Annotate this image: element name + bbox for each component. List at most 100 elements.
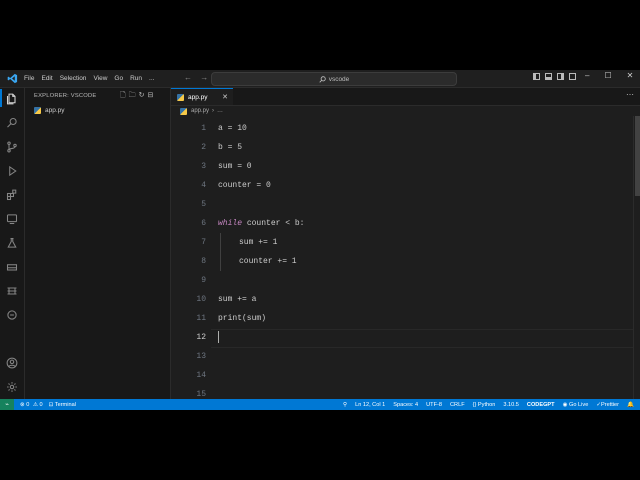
editor-scrollbar[interactable] [633,116,640,399]
testing-icon[interactable] [5,236,19,250]
window-controls: – ☐ ✕ [585,71,633,80]
forward-arrow-icon[interactable]: → [200,73,208,82]
end-of-line[interactable]: CRLF [450,402,465,408]
go-live-label: Go Live [569,401,589,408]
indent-guide [220,233,221,271]
cursor-position[interactable]: Ln 12, Col 1 [355,402,385,408]
close-window-icon[interactable]: ✕ [627,71,634,80]
code-line[interactable]: 3 sum = 0 [171,157,633,176]
customize-layout-icon[interactable] [569,73,576,80]
menu-edit[interactable]: Edit [41,75,52,82]
code-text: sum = 0 [218,162,252,171]
code-line[interactable]: 10 sum += a [171,290,633,309]
line-number: 7 [201,238,206,247]
breadcrumb-file[interactable]: app.py [191,108,209,114]
docker-icon[interactable] [5,260,19,274]
line-number: 11 [196,314,206,323]
code-line[interactable]: 13 [171,347,633,366]
code-line[interactable]: 4 counter = 0 [171,176,633,195]
explorer-icon[interactable] [5,92,19,106]
code-line[interactable]: 14 [171,366,633,385]
line-number: 3 [201,162,206,171]
remote-explorer-icon[interactable] [5,212,19,226]
live-share-icon[interactable] [5,308,19,322]
code-line[interactable]: 8 counter += 1 [171,252,633,271]
terminal-button[interactable]: ⊡ Terminal [49,402,76,408]
toggle-primary-sidebar-icon[interactable] [533,73,540,80]
maximize-icon[interactable]: ☐ [604,71,611,80]
line-number: 4 [201,181,206,190]
tab-label: app.py [188,93,208,101]
refresh-icon[interactable]: ↻ [139,91,145,102]
search-view-icon[interactable] [5,116,19,130]
code-line[interactable]: 12 [171,328,633,347]
code-line[interactable]: 2 b = 5 [171,138,633,157]
code-line[interactable]: 6 while counter < b: [171,214,633,233]
toggle-panel-icon[interactable] [545,73,552,80]
code-line[interactable]: 5 [171,195,633,214]
codegpt-button[interactable]: CODEGPT [527,402,555,408]
close-tab-icon[interactable]: ✕ [222,93,228,101]
line-number: 2 [201,143,206,152]
menu-go[interactable]: Go [114,75,123,82]
code-line[interactable]: 1 a = 10 [171,119,633,138]
scrollbar-thumb[interactable] [635,116,640,196]
python-file-icon [180,107,187,115]
nav-arrows: ← → [184,73,208,82]
menu-view[interactable]: View [93,75,107,82]
zoom-icon[interactable]: ⚲ [343,402,347,408]
new-file-icon[interactable]: 🗋 [120,91,126,102]
problems-indicator[interactable]: ⊗ 0 ⚠ 0 [20,402,43,408]
minimize-icon[interactable]: – [585,71,589,80]
explorer-sidebar: EXPLORER: VSCODE 🗋 🗀 ↻ ⊟ app.py [25,88,171,399]
code-text: while counter < b: [218,214,304,233]
file-tree-item[interactable]: app.py [25,104,170,116]
code-text: counter = 0 [218,181,271,190]
back-arrow-icon[interactable]: ← [184,73,192,82]
breadcrumb-symbol[interactable]: … [217,108,223,114]
line-number: 5 [201,200,206,209]
status-bar: ⌁ ⊗ 0 ⚠ 0 ⊡ Terminal ⚲ Ln 12, Col 1 Spac… [0,399,640,410]
database-icon[interactable] [5,284,19,298]
prettier-button[interactable]: ✓Prettier [596,402,619,408]
menu-more[interactable]: ... [149,75,154,82]
indentation[interactable]: Spaces: 4 [393,402,418,408]
code-text: b = 5 [218,143,243,152]
notifications-bell-icon[interactable]: 🔔 [627,402,634,408]
command-center-search[interactable]: vscode [211,72,457,86]
editor-tabs: app.py ✕ ⋯ [171,88,640,106]
encoding[interactable]: UTF-8 [426,402,442,408]
warning-count: 0 [39,401,43,408]
menu-selection[interactable]: Selection [60,75,87,82]
code-line[interactable]: 9 [171,271,633,290]
more-actions-icon[interactable]: ⋯ [626,90,634,99]
menu-run[interactable]: Run [130,75,142,82]
toggle-secondary-sidebar-icon[interactable] [557,73,564,80]
tab-app-py[interactable]: app.py ✕ [171,88,233,105]
python-file-icon [177,93,184,101]
run-debug-icon[interactable] [5,164,19,178]
warning-icon: ⚠ [32,401,38,408]
code-text: print(sum) [218,314,267,323]
code-line[interactable]: 11 print(sum) [171,309,633,328]
menu-file[interactable]: File [24,75,34,82]
new-folder-icon[interactable]: 🗀 [129,91,136,102]
vscode-logo-icon[interactable] [0,70,24,87]
source-control-icon[interactable] [5,140,19,154]
breadcrumb: app.py › … [180,106,223,116]
command-center-label: vscode [328,75,350,83]
code-editor[interactable]: 1 a = 10 2 b = 5 3 sum = 0 4 counter = 0 5 6 while… [171,116,633,399]
line-number: 6 [201,219,206,228]
code-line[interactable]: 7 sum += 1 [171,233,633,252]
remote-indicator-icon[interactable]: ⌁ [0,399,14,410]
go-live-button[interactable]: ◉ Go Live [563,402,589,408]
accounts-icon[interactable] [5,356,19,370]
python-interpreter[interactable]: 3.10.5 [503,402,519,408]
collapse-all-icon[interactable]: ⊟ [148,91,154,102]
extensions-icon[interactable] [5,188,19,202]
settings-gear-icon[interactable] [5,380,19,394]
error-count: 0 [26,401,30,408]
code-text: counter += 1 [239,257,297,266]
language-mode[interactable]: {} Python [473,402,496,408]
keyword-token: while [218,219,243,228]
